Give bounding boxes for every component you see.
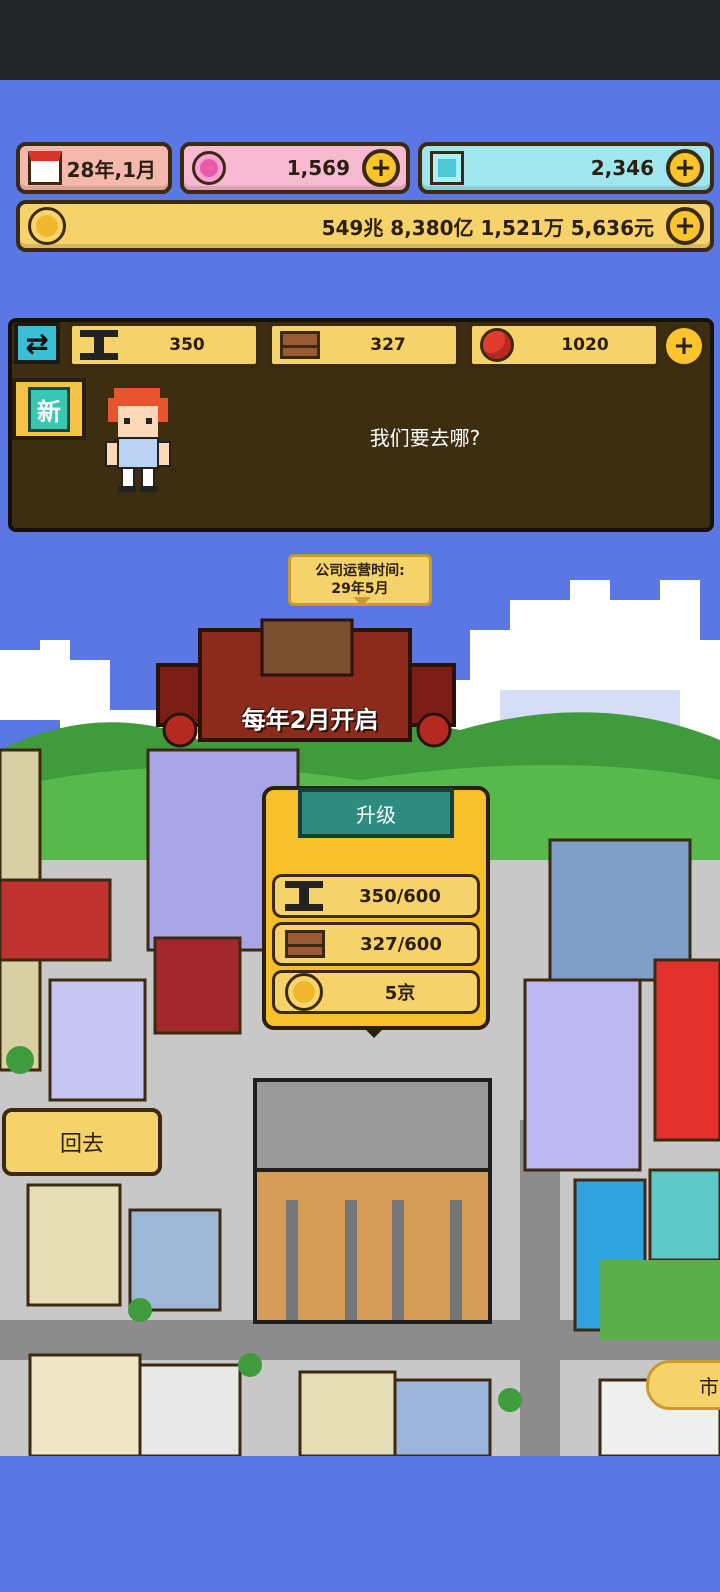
add-resources-button[interactable]: +	[662, 324, 706, 368]
steel-requirement: 350/600	[272, 874, 480, 918]
crystal-icon	[430, 151, 464, 185]
dialog-message: 我们要去哪?	[369, 426, 481, 450]
brick-resource: 327	[268, 322, 460, 368]
apple-value: 1020	[561, 335, 609, 355]
crystal-counter: 2,346 +	[418, 142, 714, 194]
money-counter: 549兆 8,380亿 1,521万 5,636元 +	[16, 200, 714, 252]
coin-icon	[285, 973, 323, 1011]
add-money-button[interactable]: +	[666, 207, 704, 245]
brick-value: 327	[370, 335, 406, 355]
cost-value: 5京	[384, 983, 416, 1004]
event-banner[interactable]: 每年2月开启	[200, 700, 420, 735]
steel-beam-icon	[80, 330, 118, 360]
bottom-band	[0, 1456, 720, 1592]
coin-icon	[28, 207, 66, 245]
gem-counter: 1,569 +	[180, 142, 410, 194]
add-gems-button[interactable]: +	[362, 149, 400, 187]
crystal-value: 2,346	[590, 156, 654, 180]
operation-time-tooltip: 公司运营时间: 29年5月	[288, 554, 432, 606]
date-value: 28年,1月	[66, 157, 156, 182]
steel-requirement-value: 350/600	[359, 885, 441, 907]
upgrade-button[interactable]: 升级	[298, 788, 454, 838]
gem-icon	[192, 151, 226, 185]
operation-time-value: 29年5月	[331, 581, 389, 597]
market-button[interactable]: 市	[646, 1360, 720, 1410]
new-badge[interactable]: 新	[12, 378, 86, 440]
brick-icon	[280, 331, 320, 359]
brick-icon	[285, 930, 325, 958]
character-sprite	[105, 388, 171, 492]
brick-requirement-value: 327/600	[360, 933, 442, 955]
popup-pointer	[364, 1028, 384, 1048]
market-button-label: 市	[699, 1374, 719, 1399]
status-bar	[0, 0, 720, 80]
apple-resource: 1020	[468, 322, 660, 368]
brick-requirement: 327/600	[272, 922, 480, 966]
swap-button[interactable]: ⇄	[14, 322, 60, 364]
operation-time-label: 公司运营时间:	[315, 563, 405, 579]
new-badge-label: 新	[28, 386, 70, 432]
apple-icon	[480, 328, 514, 362]
money-value: 549兆 8,380亿 1,521万 5,636元	[321, 215, 654, 240]
gem-value: 1,569	[286, 156, 350, 180]
cost-requirement: 5京	[272, 970, 480, 1014]
calendar-icon	[28, 151, 62, 185]
add-crystals-button[interactable]: +	[666, 149, 704, 187]
steel-resource: 350	[68, 322, 260, 368]
steel-value: 350	[169, 335, 205, 355]
steel-beam-icon	[285, 881, 323, 911]
date-display: 28年,1月	[16, 142, 172, 194]
back-button[interactable]: 回去	[2, 1108, 162, 1176]
